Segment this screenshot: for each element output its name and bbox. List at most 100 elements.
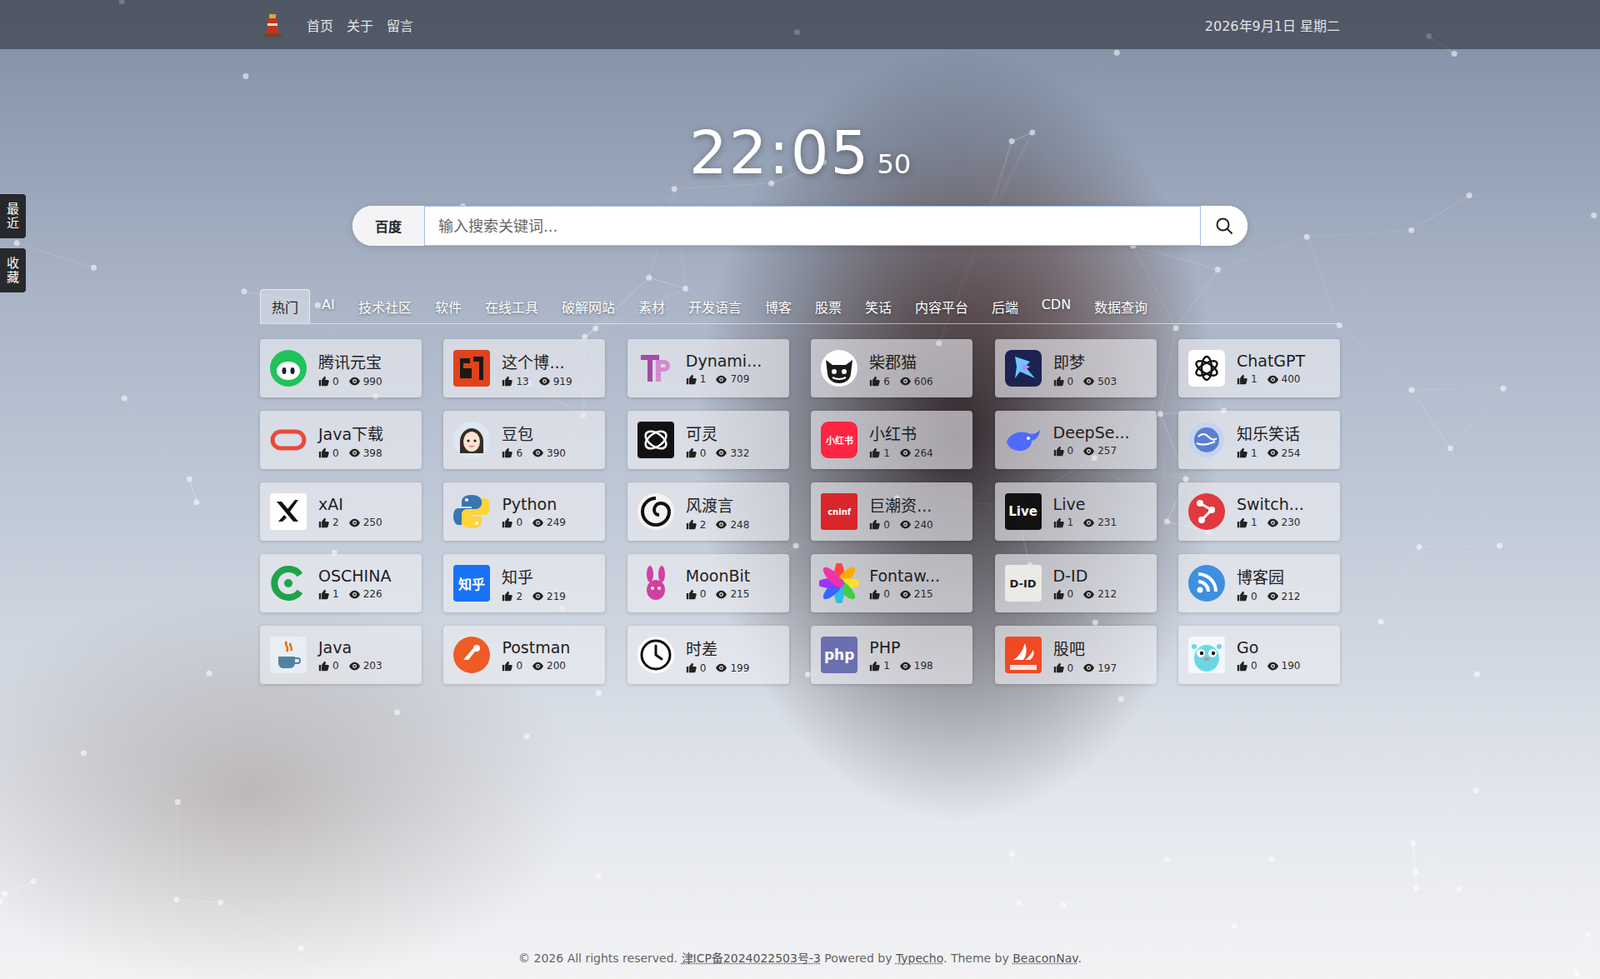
category-tab[interactable]: AI (310, 289, 347, 324)
like-count[interactable]: 1 (1236, 516, 1258, 529)
site-card[interactable]: LiveLive1231 (995, 482, 1157, 541)
footer-link[interactable]: BeaconNav (1012, 951, 1078, 965)
like-count[interactable]: 0 (685, 588, 707, 600)
category-tab[interactable]: 博客 (753, 289, 804, 324)
search-button[interactable] (1200, 205, 1248, 246)
site-card[interactable]: 这个博...13919 (443, 339, 605, 398)
category-tab[interactable]: 股票 (803, 289, 854, 324)
like-count[interactable]: 0 (1053, 662, 1075, 675)
site-card[interactable]: xAI2250 (260, 482, 422, 541)
site-card[interactable]: Python0249 (443, 482, 605, 541)
category-tab[interactable]: 笑话 (853, 289, 904, 324)
site-title: Switch... (1236, 495, 1306, 514)
like-number: 0 (332, 447, 340, 460)
eye-icon (715, 589, 727, 600)
site-card[interactable]: 小红书小红书1264 (810, 410, 973, 470)
nav-link[interactable]: 留言 (386, 11, 414, 39)
side-tab[interactable]: 最近 (0, 194, 26, 239)
site-card[interactable]: 股吧0197 (995, 625, 1157, 685)
site-card[interactable]: 可灵0332 (627, 410, 790, 470)
like-count[interactable]: 0 (1053, 375, 1075, 388)
thumb-up-icon (1236, 517, 1248, 529)
site-title: ChatGPT (1236, 351, 1306, 370)
site-card[interactable]: 博客园0212 (1178, 554, 1340, 613)
footer-link[interactable]: 津ICP备2024022503号-3 (681, 951, 821, 965)
category-tab[interactable]: 技术社区 (346, 289, 424, 324)
like-count[interactable]: 2 (685, 519, 707, 531)
category-tab[interactable]: 数据查询 (1082, 289, 1160, 324)
like-count[interactable]: 0 (1236, 590, 1258, 603)
like-count[interactable]: 6 (869, 375, 890, 388)
site-card[interactable]: Java下载0398 (260, 410, 422, 470)
site-card[interactable]: 柴郡猫6606 (810, 339, 973, 398)
like-number: 0 (1067, 445, 1075, 457)
like-count[interactable]: 0 (501, 516, 523, 529)
side-tab[interactable]: 收藏 (0, 248, 26, 293)
top-bar: 首页关于留言2026年9月1日 星期二 (0, 0, 1600, 50)
like-count[interactable]: 1 (869, 447, 890, 460)
like-count[interactable]: 1 (1236, 447, 1258, 460)
like-count[interactable]: 0 (318, 660, 340, 672)
like-count[interactable]: 0 (685, 447, 707, 460)
like-count[interactable]: 0 (501, 660, 523, 672)
search-engine-button[interactable]: 百度 (352, 205, 425, 246)
site-card[interactable]: 知乐笑话1254 (1178, 410, 1340, 470)
category-tab[interactable]: 在线工具 (473, 289, 550, 324)
site-card[interactable]: 即梦0503 (995, 339, 1157, 398)
like-count[interactable]: 1 (1053, 516, 1075, 529)
category-tab[interactable]: CDN (1030, 289, 1083, 324)
view-number: 230 (1281, 516, 1301, 529)
like-count[interactable]: 1 (869, 660, 890, 672)
search-input[interactable] (424, 205, 1201, 246)
site-card[interactable]: 时差0199 (627, 625, 790, 685)
nav-link[interactable]: 关于 (346, 11, 374, 39)
like-number: 0 (1067, 662, 1075, 675)
like-count[interactable]: 1 (1236, 373, 1258, 385)
like-count[interactable]: 0 (1053, 588, 1075, 600)
category-tab[interactable]: 热门 (260, 289, 310, 324)
site-card[interactable]: DeepSe...0257 (995, 410, 1157, 470)
site-card[interactable]: OSCHINA1226 (260, 554, 422, 613)
like-count[interactable]: 2 (501, 590, 523, 603)
site-card[interactable]: Go0190 (1178, 625, 1340, 685)
like-count[interactable]: 6 (501, 447, 523, 460)
site-card[interactable]: Postman0200 (443, 625, 605, 685)
site-card[interactable]: Dynami...1709 (627, 339, 790, 398)
site-logo (451, 635, 492, 675)
like-count[interactable]: 0 (1053, 445, 1075, 457)
site-card[interactable]: D-IDD-ID0212 (995, 554, 1157, 613)
like-count[interactable]: 0 (869, 588, 890, 600)
site-card[interactable]: Fontaw...0215 (810, 554, 973, 613)
like-count[interactable]: 0 (318, 375, 340, 388)
like-count[interactable]: 2 (318, 516, 340, 529)
footer-link[interactable]: Typecho (895, 951, 944, 965)
guba-flame-icon (1003, 635, 1044, 675)
site-card[interactable]: MoonBit0215 (627, 554, 790, 613)
site-card[interactable]: Java0203 (260, 625, 422, 685)
site-card[interactable]: 腾讯元宝0990 (260, 339, 422, 398)
category-tab[interactable]: 开发语言 (676, 289, 754, 324)
like-count[interactable]: 0 (318, 447, 340, 460)
site-card[interactable]: ChatGPT1400 (1178, 339, 1340, 398)
site-card[interactable]: 豆包6390 (443, 410, 605, 470)
category-tab[interactable]: 素材 (626, 289, 677, 324)
like-count[interactable]: 0 (685, 662, 707, 675)
site-card[interactable]: Switch... 1 230 (1178, 482, 1340, 541)
site-card[interactable]: 知乎知乎2219 (443, 554, 605, 613)
like-count[interactable]: 13 (501, 375, 529, 388)
site-card[interactable]: 风渡言2248 (627, 482, 790, 541)
category-tab[interactable]: 破解网站 (550, 289, 627, 324)
like-count[interactable]: 0 (1236, 660, 1258, 672)
site-stats: 1231 (1053, 516, 1123, 529)
like-count[interactable]: 1 (318, 588, 340, 600)
nav-link[interactable]: 首页 (306, 11, 334, 39)
category-tab[interactable]: 软件 (423, 289, 474, 324)
category-tab[interactable]: 后端 (980, 289, 1030, 324)
site-card[interactable]: cninf巨潮资...0240 (810, 482, 973, 541)
like-count[interactable]: 0 (869, 519, 890, 531)
category-tab[interactable]: 内容平台 (903, 289, 980, 324)
logo-text: Live (1003, 491, 1044, 532)
site-logo (451, 420, 492, 460)
site-card[interactable]: phpPHP1198 (810, 625, 973, 685)
like-count[interactable]: 1 (685, 373, 707, 385)
